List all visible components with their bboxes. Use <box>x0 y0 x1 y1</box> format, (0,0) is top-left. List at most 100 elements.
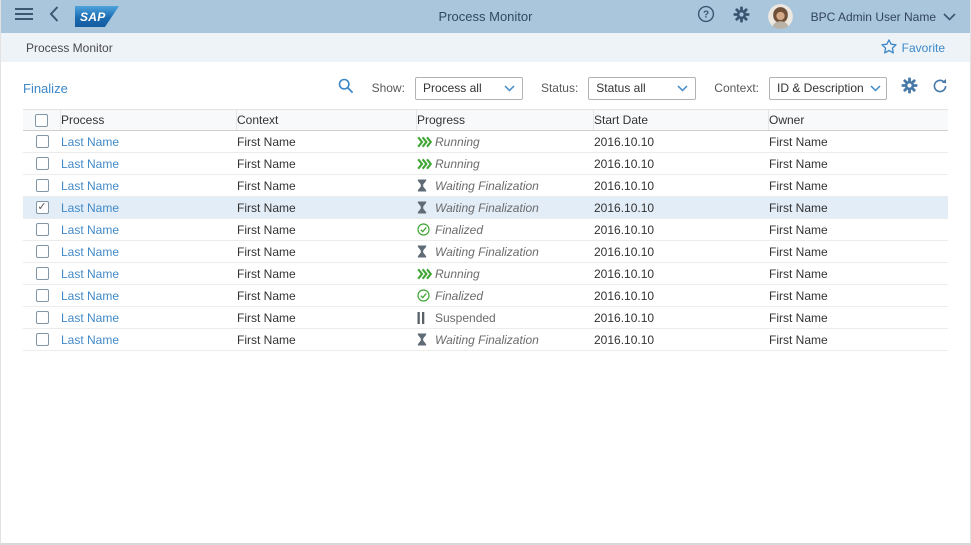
row-checkbox[interactable] <box>36 333 49 346</box>
process-link[interactable]: Last Name <box>61 223 119 237</box>
finalize-button[interactable]: Finalize <box>23 81 68 96</box>
chevron-down-icon <box>870 79 881 97</box>
shell-actions: ? BPC Admin User Name <box>697 4 956 29</box>
hamburger-icon <box>15 7 33 26</box>
menu-button[interactable] <box>15 7 33 26</box>
context-cell: First Name <box>237 329 417 350</box>
search-button[interactable] <box>338 78 354 99</box>
progress-cell: Waiting Finalization <box>417 197 594 218</box>
settings-button[interactable] <box>733 6 750 28</box>
table-header-row: Process Context Progress Start Date Owne… <box>23 109 948 131</box>
start-date-cell: 2016.10.10 <box>594 263 769 284</box>
start-date-cell: 2016.10.10 <box>594 197 769 218</box>
process-table: Process Context Progress Start Date Owne… <box>23 109 948 351</box>
column-header-owner[interactable]: Owner <box>769 110 948 130</box>
running-icon <box>417 136 435 148</box>
waiting-icon <box>417 333 435 346</box>
table-row[interactable]: Last Name First Name Waiting Finalizatio… <box>23 175 948 197</box>
table-row[interactable]: Last Name First Name Running 2016.10.10 … <box>23 153 948 175</box>
breadcrumb: Process Monitor <box>26 41 113 55</box>
process-link[interactable]: Last Name <box>61 311 119 325</box>
select-all-checkbox[interactable] <box>35 114 48 127</box>
process-link[interactable]: Last Name <box>61 267 119 281</box>
status-text: Running <box>435 135 480 149</box>
context-cell: First Name <box>237 285 417 306</box>
page-subheader: Process Monitor Favorite <box>1 33 970 62</box>
owner-cell: First Name <box>769 307 948 328</box>
process-link[interactable]: Last Name <box>61 201 119 215</box>
user-avatar[interactable] <box>768 4 793 29</box>
status-select[interactable]: Status all <box>588 77 696 100</box>
row-checkbox[interactable] <box>36 245 49 258</box>
row-checkbox[interactable]: ✓ <box>36 201 49 214</box>
user-menu[interactable]: BPC Admin User Name <box>811 10 956 24</box>
start-date-cell: 2016.10.10 <box>594 131 769 152</box>
page-title: Process Monitor <box>439 9 533 24</box>
row-checkbox[interactable] <box>36 157 49 170</box>
table-settings-button[interactable] <box>901 77 918 99</box>
row-checkbox[interactable] <box>36 267 49 280</box>
process-link[interactable]: Last Name <box>61 135 119 149</box>
show-label: Show: <box>372 81 405 95</box>
context-select[interactable]: ID & Description <box>769 77 887 100</box>
column-header-process[interactable]: Process <box>61 110 237 130</box>
show-select[interactable]: Process all <box>415 77 523 100</box>
process-link[interactable]: Last Name <box>61 289 119 303</box>
row-checkbox[interactable] <box>36 223 49 236</box>
help-icon: ? <box>697 5 715 28</box>
progress-cell: Finalized <box>417 285 594 306</box>
context-cell: First Name <box>237 219 417 240</box>
help-button[interactable]: ? <box>697 5 715 28</box>
column-header-context[interactable]: Context <box>237 110 417 130</box>
start-date-cell: 2016.10.10 <box>594 285 769 306</box>
chevron-left-icon <box>49 6 59 27</box>
chevron-down-icon <box>504 79 515 97</box>
owner-cell: First Name <box>769 131 948 152</box>
context-cell: First Name <box>237 263 417 284</box>
owner-cell: First Name <box>769 285 948 306</box>
row-checkbox[interactable] <box>36 135 49 148</box>
back-button[interactable] <box>49 6 59 27</box>
start-date-cell: 2016.10.10 <box>594 307 769 328</box>
refresh-button[interactable] <box>932 78 948 99</box>
table-row[interactable]: Last Name First Name Finalized 2016.10.1… <box>23 219 948 241</box>
status-text: Waiting Finalization <box>435 179 539 193</box>
start-date-cell: 2016.10.10 <box>594 241 769 262</box>
chevron-down-icon <box>943 10 956 24</box>
favorite-label: Favorite <box>902 41 945 55</box>
column-header-start-date[interactable]: Start Date <box>594 110 769 130</box>
context-cell: First Name <box>237 175 417 196</box>
progress-cell: Running <box>417 263 594 284</box>
row-checkbox[interactable] <box>36 311 49 324</box>
row-checkbox[interactable] <box>36 179 49 192</box>
context-cell: First Name <box>237 131 417 152</box>
start-date-cell: 2016.10.10 <box>594 219 769 240</box>
table-row[interactable]: Last Name First Name Waiting Finalizatio… <box>23 241 948 263</box>
progress-cell: Running <box>417 131 594 152</box>
running-icon <box>417 158 435 170</box>
table-row[interactable]: Last Name First Name Running 2016.10.10 … <box>23 131 948 153</box>
context-cell: First Name <box>237 307 417 328</box>
finalized-icon <box>417 289 435 302</box>
table-row[interactable]: Last Name First Name Running 2016.10.10 … <box>23 263 948 285</box>
owner-cell: First Name <box>769 175 948 196</box>
column-header-progress[interactable]: Progress <box>417 110 594 130</box>
status-text: Suspended <box>435 311 496 325</box>
sap-logo[interactable]: SAP <box>75 6 119 27</box>
waiting-icon <box>417 245 435 258</box>
process-monitor-app: SAP Process Monitor ? BPC Admin User Nam… <box>0 0 971 545</box>
start-date-cell: 2016.10.10 <box>594 153 769 174</box>
favorite-button[interactable]: Favorite <box>881 39 945 57</box>
table-row[interactable]: ✓ Last Name First Name Waiting Finalizat… <box>23 197 948 219</box>
table-row[interactable]: Last Name First Name Suspended 2016.10.1… <box>23 307 948 329</box>
owner-cell: First Name <box>769 153 948 174</box>
process-link[interactable]: Last Name <box>61 245 119 259</box>
table-row[interactable]: Last Name First Name Finalized 2016.10.1… <box>23 285 948 307</box>
table-body: Last Name First Name Running 2016.10.10 … <box>23 131 948 351</box>
row-checkbox[interactable] <box>36 289 49 302</box>
process-link[interactable]: Last Name <box>61 333 119 347</box>
process-link[interactable]: Last Name <box>61 157 119 171</box>
context-cell: First Name <box>237 153 417 174</box>
table-row[interactable]: Last Name First Name Waiting Finalizatio… <box>23 329 948 351</box>
process-link[interactable]: Last Name <box>61 179 119 193</box>
